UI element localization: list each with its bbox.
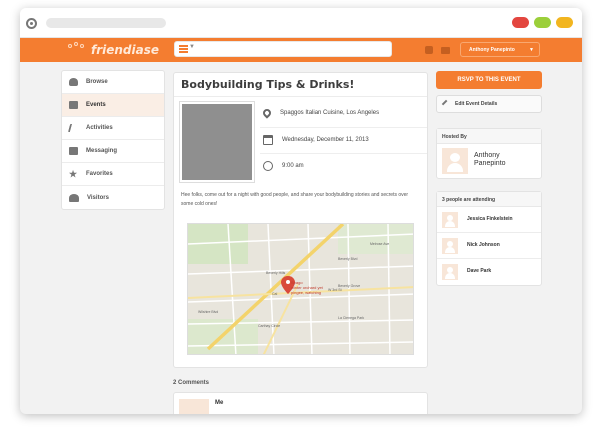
host-panel: Hosted By Anthony Panepinto	[436, 128, 542, 179]
event-description: Hee folks, come out for a night with goo…	[181, 192, 409, 207]
minimize-window-button[interactable]	[556, 17, 573, 28]
map-pin-line: pingee, watching	[291, 290, 322, 295]
attendee-name: Dave Park	[467, 268, 492, 274]
event-map[interactable]: Beverly Hills Beverly Blvd Melrose Ave W…	[187, 223, 414, 355]
host-row[interactable]: Anthony Panepinto	[437, 144, 541, 178]
sidebar-item-label: Browse	[86, 79, 108, 85]
edit-event-label: Edit Event Details	[455, 101, 498, 107]
sidebar-item-events[interactable]: Events	[62, 94, 164, 117]
chevron-down-icon: ▼	[189, 44, 195, 50]
comment-author: Me	[215, 400, 224, 406]
sidebar-item-label: Messaging	[86, 148, 118, 154]
map-label: Beverly Hills	[266, 271, 286, 275]
event-time: 9:00 am	[263, 161, 304, 171]
location-pin-icon	[261, 107, 273, 119]
sidebar-item-label: Favorites	[86, 171, 113, 177]
sidebar-item-activities[interactable]: Activities	[62, 117, 164, 140]
event-time-text: 9:00 am	[282, 163, 304, 169]
sidebar-item-browse[interactable]: Browse	[62, 71, 164, 94]
sidebar-item-messaging[interactable]: Messaging	[62, 140, 164, 163]
browser-menu-icon[interactable]	[26, 18, 37, 29]
attendee-name: Nick Johnson	[467, 242, 500, 248]
calendar-icon	[69, 101, 78, 109]
event-card: Bodybuilding Tips & Drinks! Spaggos Ital…	[173, 72, 428, 368]
mail-icon[interactable]	[441, 47, 450, 54]
people-icon	[69, 193, 79, 202]
sidebar-item-label: Events	[86, 102, 106, 108]
comment-item: Me	[173, 392, 428, 414]
attendees-panel: 3 people are attending Jessica Finkelste…	[436, 191, 542, 286]
event-location-text: Spaggos Italian Cuisine, Los Angeles	[280, 110, 380, 116]
browser-chrome	[20, 8, 582, 38]
event-date-text: Wednesday, December 11, 2013	[282, 137, 369, 143]
address-bar[interactable]	[46, 18, 166, 28]
avatar	[179, 399, 209, 414]
map-label: Wilshire Blvd	[198, 310, 219, 314]
clock-icon	[263, 161, 273, 171]
attendee-name: Jessica Finkelstein	[467, 216, 513, 222]
rsvp-button[interactable]: RSVP TO THIS EVENT	[436, 71, 542, 89]
map-label: Carthay Circle	[258, 324, 281, 328]
map-label: La Cienega Park	[338, 316, 365, 320]
map-label: Beverly Blvd	[338, 257, 358, 261]
calendar-icon	[263, 135, 273, 145]
chevron-down-icon: ▼	[529, 47, 534, 53]
message-icon	[69, 147, 78, 155]
app-window: friendiase ▼ Anthony Panepinto ▼ Browse …	[20, 8, 582, 414]
search-input[interactable]: ▼	[174, 41, 392, 57]
attendee-row[interactable]: Jessica Finkelstein	[437, 207, 541, 233]
avatar	[442, 212, 458, 228]
user-menu-button[interactable]: Anthony Panepinto ▼	[460, 42, 540, 57]
map-label: W 3rd St	[328, 288, 342, 292]
runner-icon	[67, 124, 77, 132]
sidebar-item-label: Visitors	[87, 194, 109, 201]
divider	[174, 96, 427, 97]
close-window-button[interactable]	[512, 17, 529, 28]
top-navbar: friendiase ▼ Anthony Panepinto ▼	[20, 38, 582, 62]
attendee-row[interactable]: Dave Park	[437, 259, 541, 285]
maximize-window-button[interactable]	[534, 17, 551, 28]
avatar	[442, 148, 468, 174]
person-icon	[69, 78, 78, 86]
avatar	[442, 264, 458, 280]
map-label: Cal	[272, 292, 278, 296]
host-panel-header: Hosted By	[437, 129, 541, 144]
page-title: Bodybuilding Tips & Drinks!	[181, 78, 355, 91]
divider	[260, 153, 427, 154]
friends-icon[interactable]	[425, 46, 433, 54]
sidebar-item-visitors[interactable]: Visitors	[62, 186, 164, 209]
event-location: Spaggos Italian Cuisine, Los Angeles	[261, 107, 380, 119]
sidebar-nav: Browse Events Activities Messaging ★ Fav…	[61, 70, 165, 210]
logo-text: friendiase	[91, 43, 160, 57]
attendees-panel-header: 3 people are attending	[437, 192, 541, 207]
menu-list-icon	[179, 45, 188, 53]
comments-count: 2 Comments	[173, 380, 210, 386]
event-date: Wednesday, December 11, 2013	[263, 135, 369, 145]
sidebar-item-label: Activities	[86, 125, 113, 131]
avatar	[442, 238, 458, 254]
user-menu-label: Anthony Panepinto	[469, 47, 515, 53]
event-photo	[179, 101, 255, 183]
map-pin-label: Spago winter orchard yet pingee, watchin…	[291, 280, 323, 295]
sidebar-item-favorites[interactable]: ★ Favorites	[62, 163, 164, 186]
map-label: Melrose Ave	[370, 242, 390, 246]
logo-people-icon	[68, 42, 86, 58]
attendee-row[interactable]: Nick Johnson	[437, 233, 541, 259]
edit-event-button[interactable]: Edit Event Details	[436, 95, 542, 113]
pencil-icon	[441, 99, 451, 109]
divider	[260, 127, 427, 128]
star-icon: ★	[69, 169, 78, 179]
host-name: Anthony Panepinto	[474, 152, 506, 167]
map-label: Beverly Grove	[338, 284, 361, 288]
app-logo[interactable]: friendiase	[68, 41, 159, 59]
